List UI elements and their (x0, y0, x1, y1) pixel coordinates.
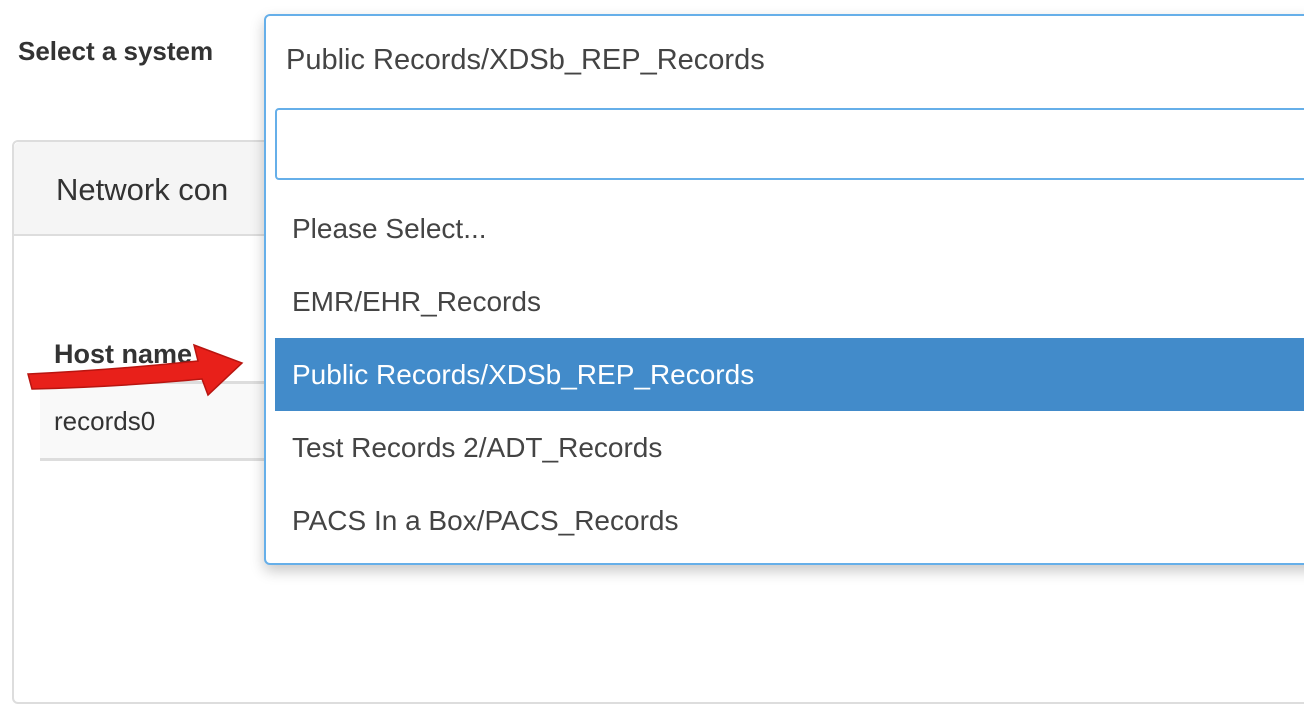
select-current-value[interactable]: Public Records/XDSb_REP_Records (286, 44, 765, 77)
option-please-select[interactable]: Please Select... (275, 192, 1304, 265)
red-arrow-annotation (27, 343, 244, 397)
dropdown-options-list: Please Select... EMR/EHR_Records Public … (275, 192, 1304, 557)
option-test-records-2-adt[interactable]: Test Records 2/ADT_Records (275, 411, 1304, 484)
arrow-shaft (27, 343, 244, 397)
option-pacs-in-a-box[interactable]: PACS In a Box/PACS_Records (275, 484, 1304, 557)
system-select-dropdown[interactable]: Public Records/XDSb_REP_Records Please S… (264, 14, 1304, 565)
system-select-label: Select a system (18, 36, 214, 66)
host-name-cell: records0 (54, 405, 156, 436)
dropdown-search-input[interactable] (275, 108, 1304, 180)
option-emr-ehr-records[interactable]: EMR/EHR_Records (275, 265, 1304, 338)
option-public-records-xdsb-rep[interactable]: Public Records/XDSb_REP_Records (275, 338, 1304, 411)
